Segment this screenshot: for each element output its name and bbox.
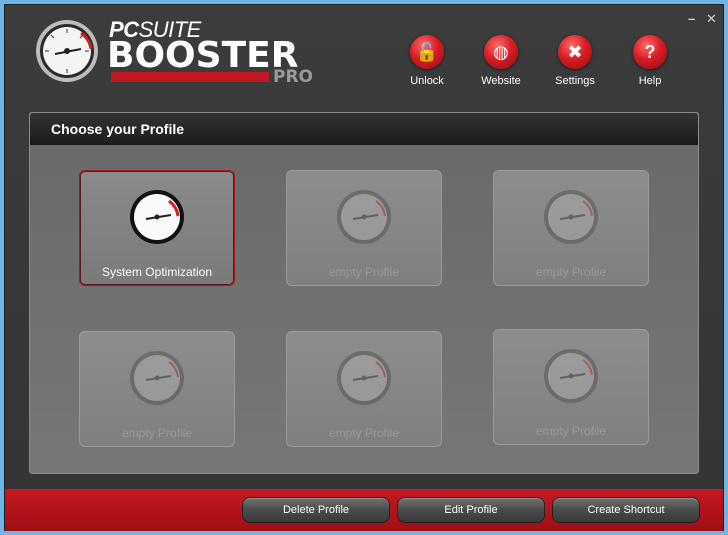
speedometer-logo-icon bbox=[36, 20, 98, 82]
globe-icon: ◍ bbox=[484, 35, 518, 69]
action-bar: Delete Profile Edit Profile Create Short… bbox=[5, 489, 723, 531]
delete-profile-button[interactable]: Delete Profile bbox=[242, 497, 390, 523]
speedometer-icon bbox=[544, 190, 598, 244]
brand-booster: BOOSTER bbox=[107, 35, 299, 76]
speedometer-icon bbox=[337, 351, 391, 405]
help-icon: ? bbox=[633, 35, 667, 69]
speedometer-icon bbox=[337, 190, 391, 244]
profile-label: empty Profile bbox=[328, 265, 400, 279]
profile-card-3[interactable]: empty Profile bbox=[493, 170, 649, 286]
speedometer-icon bbox=[544, 349, 598, 403]
profile-label: empty Profile bbox=[535, 265, 607, 279]
unlock-label: Unlock bbox=[410, 75, 444, 87]
create-shortcut-button[interactable]: Create Shortcut bbox=[552, 497, 700, 523]
panel-title: Choose your Profile bbox=[30, 113, 698, 145]
tools-icon: ✖ bbox=[558, 35, 592, 69]
profile-label: System Optimization bbox=[101, 265, 213, 279]
profile-card-4[interactable]: empty Profile bbox=[79, 331, 235, 447]
edit-profile-button[interactable]: Edit Profile bbox=[397, 497, 545, 523]
lock-icon: 🔓 bbox=[410, 35, 444, 69]
app-window: – ✕ PCSUITE BOOSTER PRO 🔓 Unlock ◍ Websi… bbox=[4, 4, 724, 531]
website-button[interactable]: ◍ Website bbox=[466, 35, 536, 87]
profile-label: empty Profile bbox=[535, 424, 607, 438]
profile-card-6[interactable]: empty Profile bbox=[493, 329, 649, 445]
profile-label: empty Profile bbox=[121, 426, 193, 440]
help-label: Help bbox=[638, 75, 662, 87]
brand-edition: PRO bbox=[273, 67, 314, 87]
profile-card-1[interactable]: System Optimization bbox=[79, 170, 235, 286]
unlock-button[interactable]: 🔓 Unlock bbox=[392, 35, 462, 87]
speedometer-icon bbox=[130, 190, 184, 244]
minimize-button[interactable]: – bbox=[688, 12, 695, 25]
settings-label: Settings bbox=[555, 75, 595, 87]
help-button[interactable]: ? Help bbox=[615, 35, 685, 87]
settings-button[interactable]: ✖ Settings bbox=[540, 35, 610, 87]
profile-panel: Choose your Profile System Optimization … bbox=[29, 112, 699, 474]
speedometer-icon bbox=[130, 351, 184, 405]
profile-grid: System Optimization empty Profile empty … bbox=[30, 145, 698, 473]
close-button[interactable]: ✕ bbox=[706, 12, 717, 25]
profile-card-5[interactable]: empty Profile bbox=[286, 331, 442, 447]
profile-label: empty Profile bbox=[328, 426, 400, 440]
website-label: Website bbox=[481, 75, 521, 87]
app-logo: PCSUITE BOOSTER PRO bbox=[33, 17, 333, 93]
brand-bar bbox=[111, 72, 269, 82]
profile-card-2[interactable]: empty Profile bbox=[286, 170, 442, 286]
